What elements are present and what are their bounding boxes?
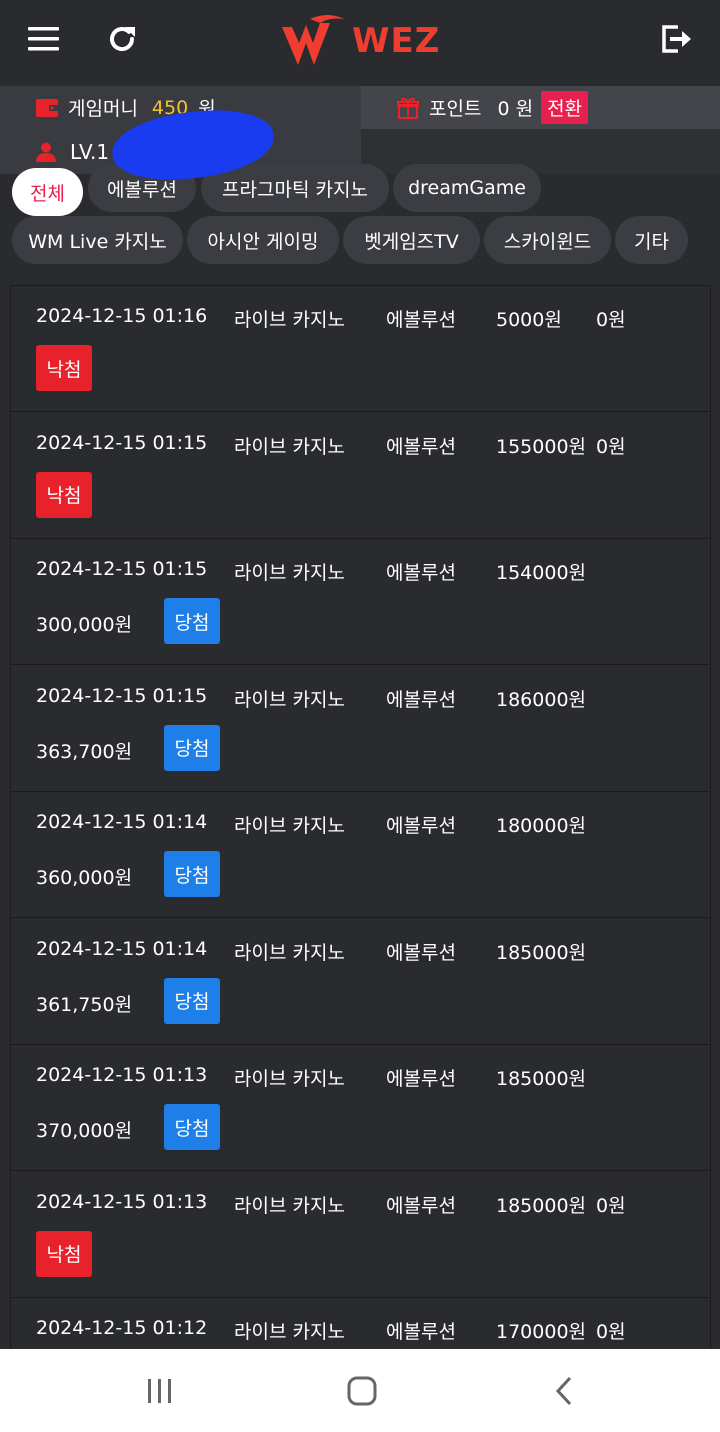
record-provider: 에볼루션 — [386, 815, 456, 837]
record-win-amount: 0원 — [596, 1321, 626, 1343]
category-chip-etc[interactable]: 기타 — [615, 216, 688, 264]
logo-text: WEZ — [352, 21, 441, 61]
record-bet-amount: 185000원 — [496, 1194, 587, 1217]
record-bet-amount: 185000원 — [496, 941, 587, 964]
wallet-icon — [36, 98, 58, 117]
record-datetime: 2024-12-15 01:16 — [36, 305, 208, 327]
point-label: 포인트 — [429, 98, 482, 120]
record-provider: 에볼루션 — [386, 562, 456, 584]
home-icon — [347, 1376, 377, 1406]
bet-record-row: 2024-12-15 01:15 라이브 카지노 에볼루션 186000원 363,70… — [11, 666, 710, 792]
app-header: WEZ — [0, 0, 720, 86]
game-money-label: 게임머니 — [68, 98, 138, 120]
record-datetime: 2024-12-15 01:12 — [36, 1317, 208, 1339]
record-bet-amount: 5000원 — [496, 309, 562, 331]
record-game-type: 라이브 카지노 — [234, 562, 345, 584]
record-win-amount: 0원 — [596, 309, 626, 331]
record-bet-amount: 170000원 — [496, 1321, 587, 1343]
record-provider: 에볼루션 — [386, 1321, 456, 1343]
gift-icon — [397, 97, 419, 119]
wez-logo[interactable]: WEZ — [280, 12, 450, 70]
record-datetime: 2024-12-15 01:15 — [36, 558, 208, 580]
bet-record-row: 2024-12-15 01:13 라이브 카지노 에볼루션 185000원 370,00… — [11, 1045, 710, 1171]
bet-record-row: 2024-12-15 01:14 라이브 카지노 에볼루션 180000원 360,00… — [11, 792, 710, 918]
record-game-type: 라이브 카지노 — [234, 309, 345, 331]
category-chip-dreamgame[interactable]: dreamGame — [393, 164, 541, 212]
record-game-type: 라이브 카지노 — [234, 1068, 345, 1090]
record-datetime: 2024-12-15 01:15 — [36, 431, 208, 454]
win-status-badge: 당첨 — [164, 851, 220, 897]
category-chip-betgames[interactable]: 벳게임즈TV — [343, 216, 480, 264]
record-game-type: 라이브 카지노 — [234, 1321, 345, 1343]
bet-record-row: 2024-12-15 01:15 라이브 카지노 에볼루션 155000원 0원낙첨 — [11, 413, 710, 539]
lose-status-badge: 낙첨 — [36, 471, 92, 518]
logo-mark-icon — [282, 15, 344, 65]
record-game-type: 라이브 카지노 — [234, 435, 345, 458]
record-bet-amount: 185000원 — [496, 1068, 587, 1090]
record-provider: 에볼루션 — [386, 1068, 456, 1090]
record-win-amount: 300,000원 — [36, 614, 133, 636]
level-label: LV.1 — [70, 139, 110, 164]
bet-history-list[interactable]: 2024-12-15 01:16 라이브 카지노 에볼루션 5000원 0원 낙첨 2024… — [10, 285, 711, 1350]
record-game-type: 라이브 카지노 — [234, 815, 345, 837]
record-provider: 에볼루션 — [386, 688, 456, 711]
record-win-amount: 0원 — [596, 1194, 626, 1217]
logout-icon — [662, 25, 691, 53]
home-button[interactable] — [338, 1367, 386, 1415]
balance-row: 게임머니 450 원 포인트 0 원 전환 — [0, 86, 720, 129]
record-datetime: 2024-12-15 01:13 — [36, 1064, 208, 1086]
record-win-amount: 363,700원 — [36, 740, 133, 763]
bet-record-row: 2024-12-15 01:14 라이브 카지노 에볼루션 185000원 361,75… — [11, 919, 710, 1045]
record-datetime: 2024-12-15 01:14 — [36, 811, 208, 833]
record-bet-amount: 154000원 — [496, 562, 587, 584]
refresh-icon — [110, 27, 135, 52]
record-bet-amount: 180000원 — [496, 815, 587, 837]
recent-apps-icon — [148, 1379, 171, 1403]
bet-record-row: 2024-12-15 01:12 라이브 카지노 에볼루션 170000원 0원 — [11, 1298, 710, 1349]
bet-record-row: 2024-12-15 01:15 라이브 카지노 에볼루션 154000원 300,00… — [11, 539, 710, 665]
record-win-amount: 0원 — [596, 435, 626, 458]
hamburger-icon — [28, 27, 59, 51]
lose-status-badge: 낙첨 — [36, 1230, 92, 1277]
refresh-button[interactable] — [98, 15, 146, 63]
win-status-badge: 당첨 — [164, 724, 220, 771]
record-provider: 에볼루션 — [386, 309, 456, 331]
record-datetime: 2024-12-15 01:13 — [36, 1190, 208, 1213]
point-panel: 포인트 0 원 전환 — [361, 86, 720, 129]
record-win-amount: 361,750원 — [36, 993, 133, 1016]
category-chip-skywind[interactable]: 스카이윈드 — [484, 216, 611, 264]
point-value: 0 원 — [497, 98, 534, 120]
system-nav-bar — [0, 1349, 720, 1432]
category-chip-asian-gaming[interactable]: 아시안 게이밍 — [187, 216, 339, 264]
record-datetime: 2024-12-15 01:15 — [36, 684, 208, 707]
record-win-amount: 360,000원 — [36, 867, 133, 889]
lose-status-badge: 낙첨 — [36, 345, 92, 391]
bet-record-row: 2024-12-15 01:16 라이브 카지노 에볼루션 5000원 0원낙첨 — [11, 286, 710, 412]
record-datetime: 2024-12-15 01:14 — [36, 937, 208, 960]
record-game-type: 라이브 카지노 — [234, 688, 345, 711]
record-bet-amount: 186000원 — [496, 688, 587, 711]
record-provider: 에볼루션 — [386, 1194, 456, 1217]
record-win-amount: 370,000원 — [36, 1120, 133, 1142]
menu-button[interactable] — [20, 15, 68, 63]
bet-record-row: 2024-12-15 01:13 라이브 카지노 에볼루션 185000원 0원낙첨 — [11, 1172, 710, 1298]
record-provider: 에볼루션 — [386, 435, 456, 458]
back-icon — [555, 1376, 572, 1406]
category-chip-all[interactable]: 전체 — [12, 168, 83, 216]
record-game-type: 라이브 카지노 — [234, 941, 345, 964]
win-status-badge: 당첨 — [164, 977, 220, 1024]
exchange-button[interactable]: 전환 — [541, 91, 589, 124]
win-status-badge: 당첨 — [164, 1104, 220, 1150]
record-bet-amount: 155000원 — [496, 435, 587, 458]
back-button[interactable] — [540, 1367, 588, 1415]
record-provider: 에볼루션 — [386, 941, 456, 964]
category-chip-wm-live[interactable]: WM Live 카지노 — [12, 216, 183, 264]
recent-apps-button[interactable] — [136, 1367, 184, 1415]
user-icon — [36, 142, 56, 162]
record-game-type: 라이브 카지노 — [234, 1194, 345, 1217]
win-status-badge: 당첨 — [164, 598, 220, 644]
logout-button[interactable] — [652, 15, 700, 63]
